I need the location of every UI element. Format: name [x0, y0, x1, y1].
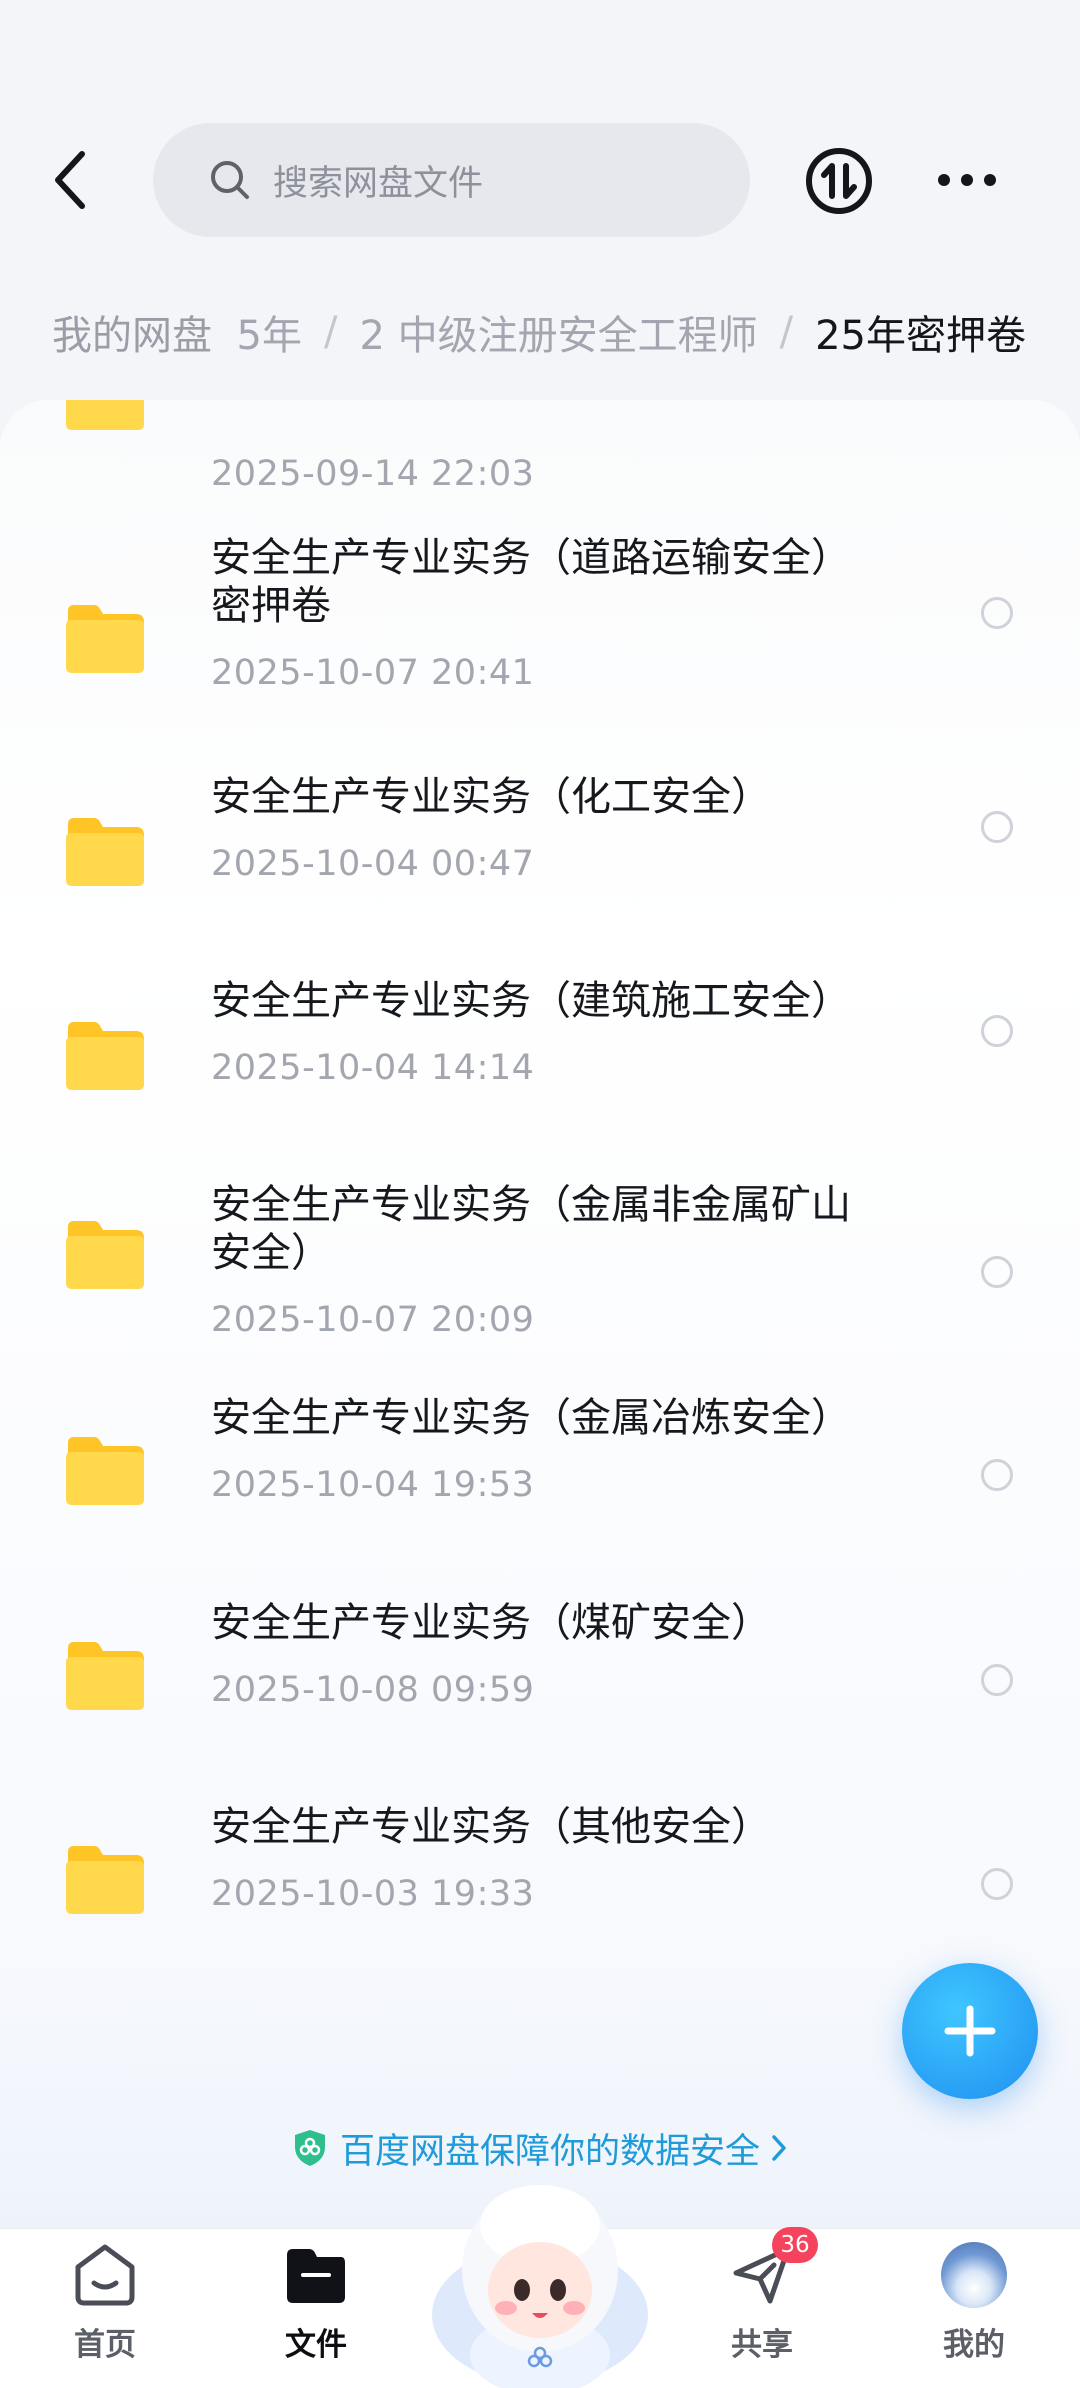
header: 搜索网盘文件 5年 / 2 中级注册安全工程师 / 25年密押卷 我的网盘	[0, 0, 1080, 400]
breadcrumb-separator: /	[323, 309, 338, 355]
list-item[interactable]: 安全生产专业实务（化工安全） 2025-10-04 00:47	[0, 755, 1080, 925]
back-button[interactable]	[40, 145, 100, 215]
file-name: 安全生产专业实务（道路运输安全） 密押卷	[211, 535, 851, 629]
avatar	[941, 2242, 1007, 2308]
select-checkbox[interactable]	[981, 1459, 1013, 1491]
chevron-right-icon	[772, 2135, 786, 2161]
shield-icon	[294, 2130, 325, 2166]
back-icon	[55, 151, 85, 209]
nav-home[interactable]: 首页	[35, 2241, 175, 2381]
file-list: 2025-09-14 22:03 安全生产专业实务（道路运输安全） 密押卷 20…	[0, 400, 1080, 2230]
select-checkbox[interactable]	[981, 811, 1013, 843]
file-name: 安全生产专业实务（化工安全）	[211, 774, 771, 820]
breadcrumb-separator: /	[779, 309, 794, 355]
list-item[interactable]: 2025-09-14 22:03	[0, 400, 1080, 500]
list-item[interactable]: 安全生产专业实务（煤矿安全） 2025-10-08 09:59	[0, 1600, 1080, 1775]
folder-icon	[66, 605, 144, 673]
list-item[interactable]: 安全生产专业实务（其他安全） 2025-10-03 19:33	[0, 1804, 1080, 1979]
folder-icon	[66, 400, 144, 430]
nav-me-label: 我的	[943, 2327, 1005, 2363]
files-icon	[287, 2249, 345, 2303]
sort-button[interactable]	[802, 144, 876, 218]
plus-icon	[944, 2005, 996, 2057]
share-badge: 36	[772, 2227, 818, 2263]
more-icon	[938, 174, 996, 186]
folder-icon	[66, 1221, 144, 1289]
list-item[interactable]: 安全生产专业实务（建筑施工安全） 2025-10-04 14:14	[0, 959, 1080, 1129]
select-checkbox[interactable]	[981, 1256, 1013, 1288]
file-date: 2025-10-07 20:09	[211, 1300, 535, 1340]
breadcrumb-current: 25年密押卷	[815, 313, 1026, 359]
select-checkbox[interactable]	[981, 1015, 1013, 1047]
nav-home-label: 首页	[74, 2327, 136, 2363]
nav-share[interactable]: 36 共享	[692, 2227, 832, 2381]
list-item[interactable]: 安全生产专业实务（金属冶炼安全） 2025-10-04 19:53	[0, 1395, 1080, 1570]
file-name: 安全生产专业实务（建筑施工安全）	[211, 978, 851, 1024]
select-checkbox[interactable]	[981, 1664, 1013, 1696]
search-icon	[211, 161, 249, 199]
nav-share-label: 共享	[731, 2327, 793, 2363]
folder-icon	[66, 1022, 144, 1090]
breadcrumb: 5年 / 2 中级注册安全工程师 / 25年密押卷 我的网盘	[0, 292, 1080, 372]
list-item[interactable]: 安全生产专业实务（金属非金属矿山 安全） 2025-10-07 20:09	[0, 1163, 1080, 1373]
more-button[interactable]	[932, 150, 1002, 210]
home-icon	[75, 2244, 135, 2306]
file-date: 2025-10-04 00:47	[211, 844, 535, 884]
sort-icon	[806, 148, 872, 214]
add-button[interactable]	[902, 1963, 1038, 2099]
mascot-icon[interactable]	[430, 2165, 650, 2388]
file-name: 安全生产专业实务（煤矿安全）	[211, 1600, 771, 1646]
search-placeholder: 搜索网盘文件	[273, 163, 484, 204]
folder-icon	[66, 818, 144, 886]
file-date: 2025-10-07 20:41	[211, 653, 535, 693]
nav-files-label: 文件	[285, 2327, 347, 2363]
file-date: 2025-10-03 19:33	[211, 1874, 535, 1914]
search-input[interactable]: 搜索网盘文件	[153, 123, 750, 237]
nav-me[interactable]: 我的	[904, 2241, 1044, 2381]
list-item[interactable]: 安全生产专业实务（道路运输安全） 密押卷 2025-10-07 20:41	[0, 515, 1080, 725]
file-name: 安全生产专业实务（其他安全）	[211, 1804, 771, 1850]
breadcrumb-item-year[interactable]: 5年	[237, 303, 302, 361]
file-date: 2025-10-08 09:59	[211, 1670, 535, 1710]
folder-icon	[66, 1846, 144, 1914]
folder-icon	[66, 1437, 144, 1505]
file-name: 安全生产专业实务（金属冶炼安全）	[211, 1395, 851, 1441]
nav-files[interactable]: 文件	[246, 2241, 386, 2381]
file-name: 安全生产专业实务（金属非金属矿山 安全）	[211, 1182, 851, 1276]
file-date: 2025-10-04 14:14	[211, 1048, 535, 1088]
select-checkbox[interactable]	[981, 597, 1013, 629]
file-date: 2025-10-04 19:53	[211, 1465, 535, 1505]
breadcrumb-root[interactable]: 我的网盘	[26, 292, 238, 372]
folder-icon	[66, 1642, 144, 1710]
file-date: 2025-09-14 22:03	[211, 454, 535, 494]
select-checkbox[interactable]	[981, 1868, 1013, 1900]
breadcrumb-item-folder[interactable]: 2 中级注册安全工程师	[359, 303, 757, 361]
